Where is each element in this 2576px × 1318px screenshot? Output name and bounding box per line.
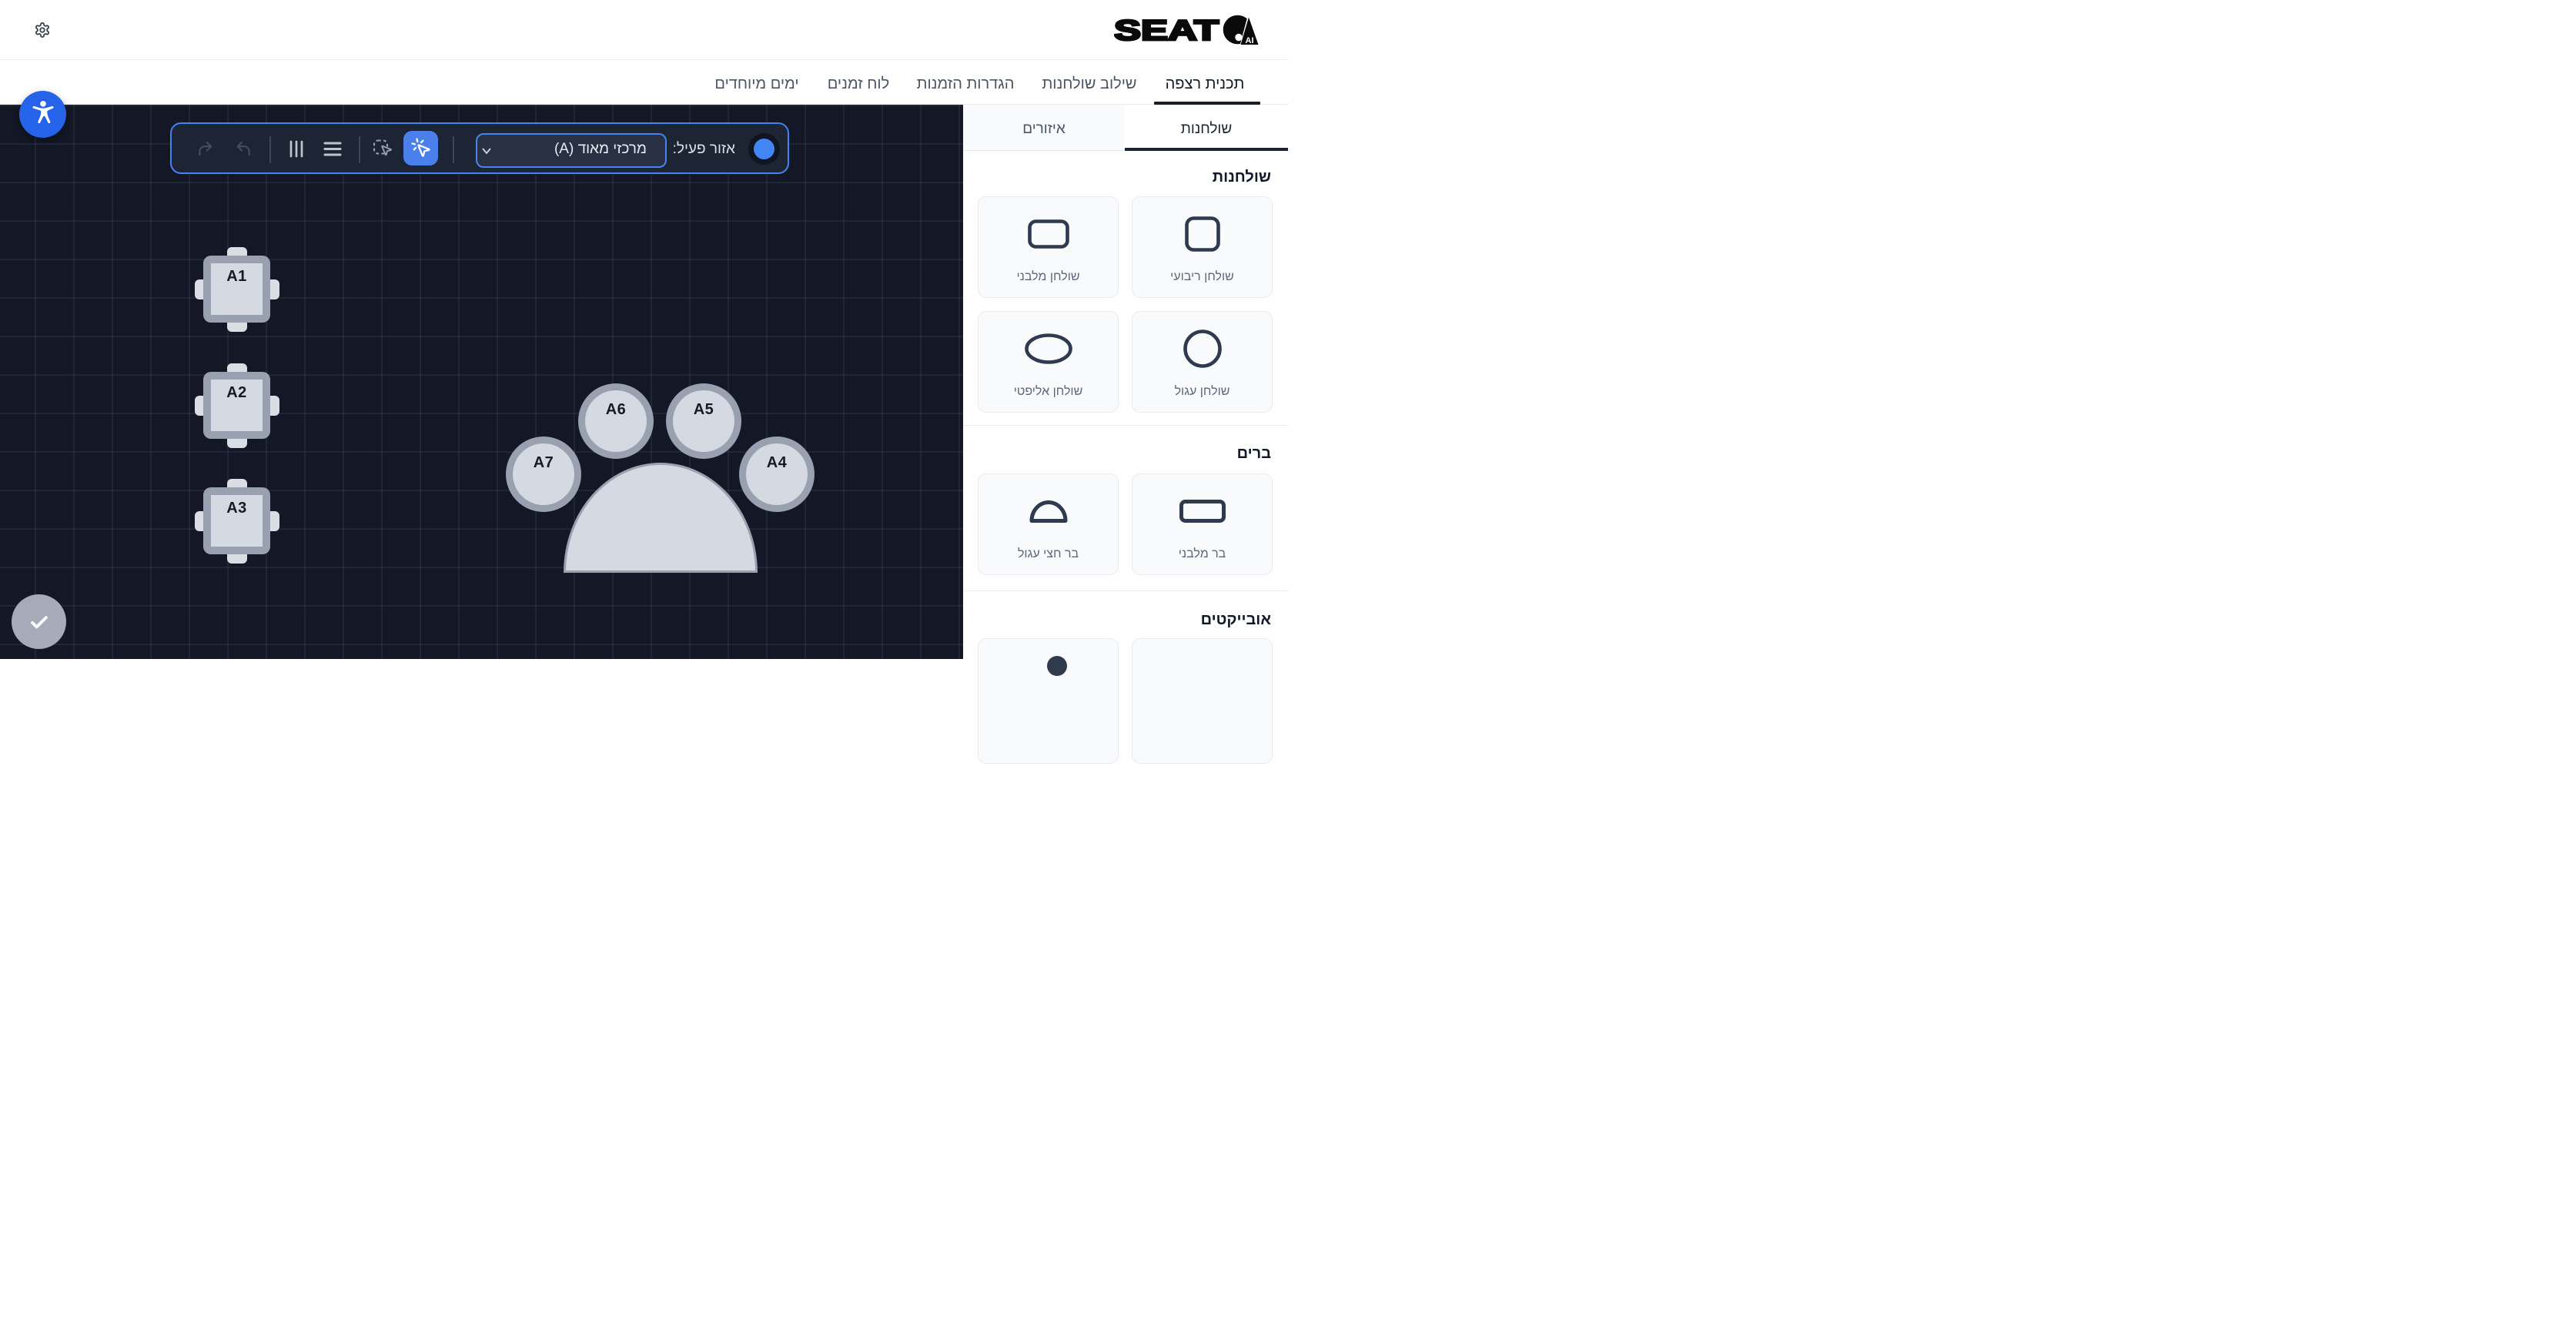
svg-text:SEAT: SEAT	[1114, 15, 1219, 45]
svg-text:AI: AI	[1246, 36, 1254, 45]
